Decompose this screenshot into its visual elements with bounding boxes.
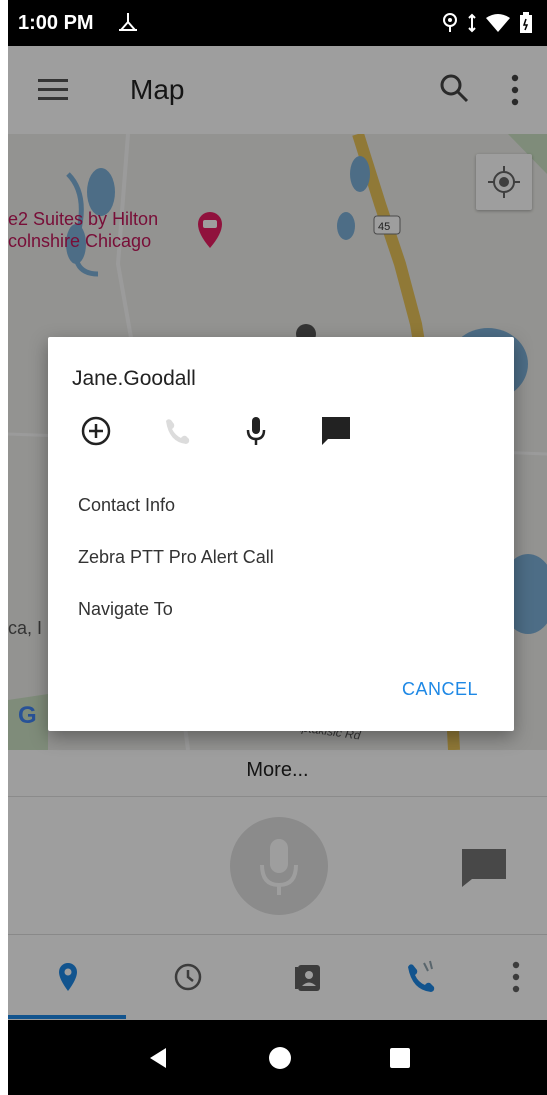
dialog-action-row bbox=[78, 413, 354, 449]
status-icons bbox=[441, 10, 533, 36]
battery-icon bbox=[520, 12, 532, 33]
option-contact-info[interactable]: Contact Info bbox=[78, 495, 175, 516]
wifi-icon bbox=[486, 14, 510, 32]
system-nav-bar bbox=[8, 1020, 547, 1095]
phone-icon[interactable] bbox=[158, 413, 194, 449]
option-alert-call[interactable]: Zebra PTT Pro Alert Call bbox=[78, 547, 274, 568]
add-circle-icon[interactable] bbox=[78, 413, 114, 449]
status-bar: 1:00 PM bbox=[8, 0, 547, 46]
microphone-icon[interactable] bbox=[238, 413, 274, 449]
notification-icon bbox=[119, 13, 137, 31]
cancel-button[interactable]: CANCEL bbox=[402, 679, 478, 700]
status-time: 1:00 PM bbox=[18, 12, 94, 34]
option-navigate-to[interactable]: Navigate To bbox=[78, 599, 173, 620]
message-icon[interactable] bbox=[318, 413, 354, 449]
recents-icon[interactable] bbox=[388, 1046, 412, 1070]
screen: 1:00 PM Map 45 e2 Suites by Hilton colns… bbox=[8, 0, 547, 1095]
location-icon bbox=[443, 13, 457, 32]
back-icon[interactable] bbox=[146, 1046, 170, 1070]
contact-dialog: Jane.Goodall Contact Info Zebra PTT Pro … bbox=[48, 337, 514, 731]
data-arrows-icon bbox=[468, 13, 476, 33]
dialog-title: Jane.Goodall bbox=[72, 367, 196, 390]
home-icon[interactable] bbox=[268, 1046, 292, 1070]
